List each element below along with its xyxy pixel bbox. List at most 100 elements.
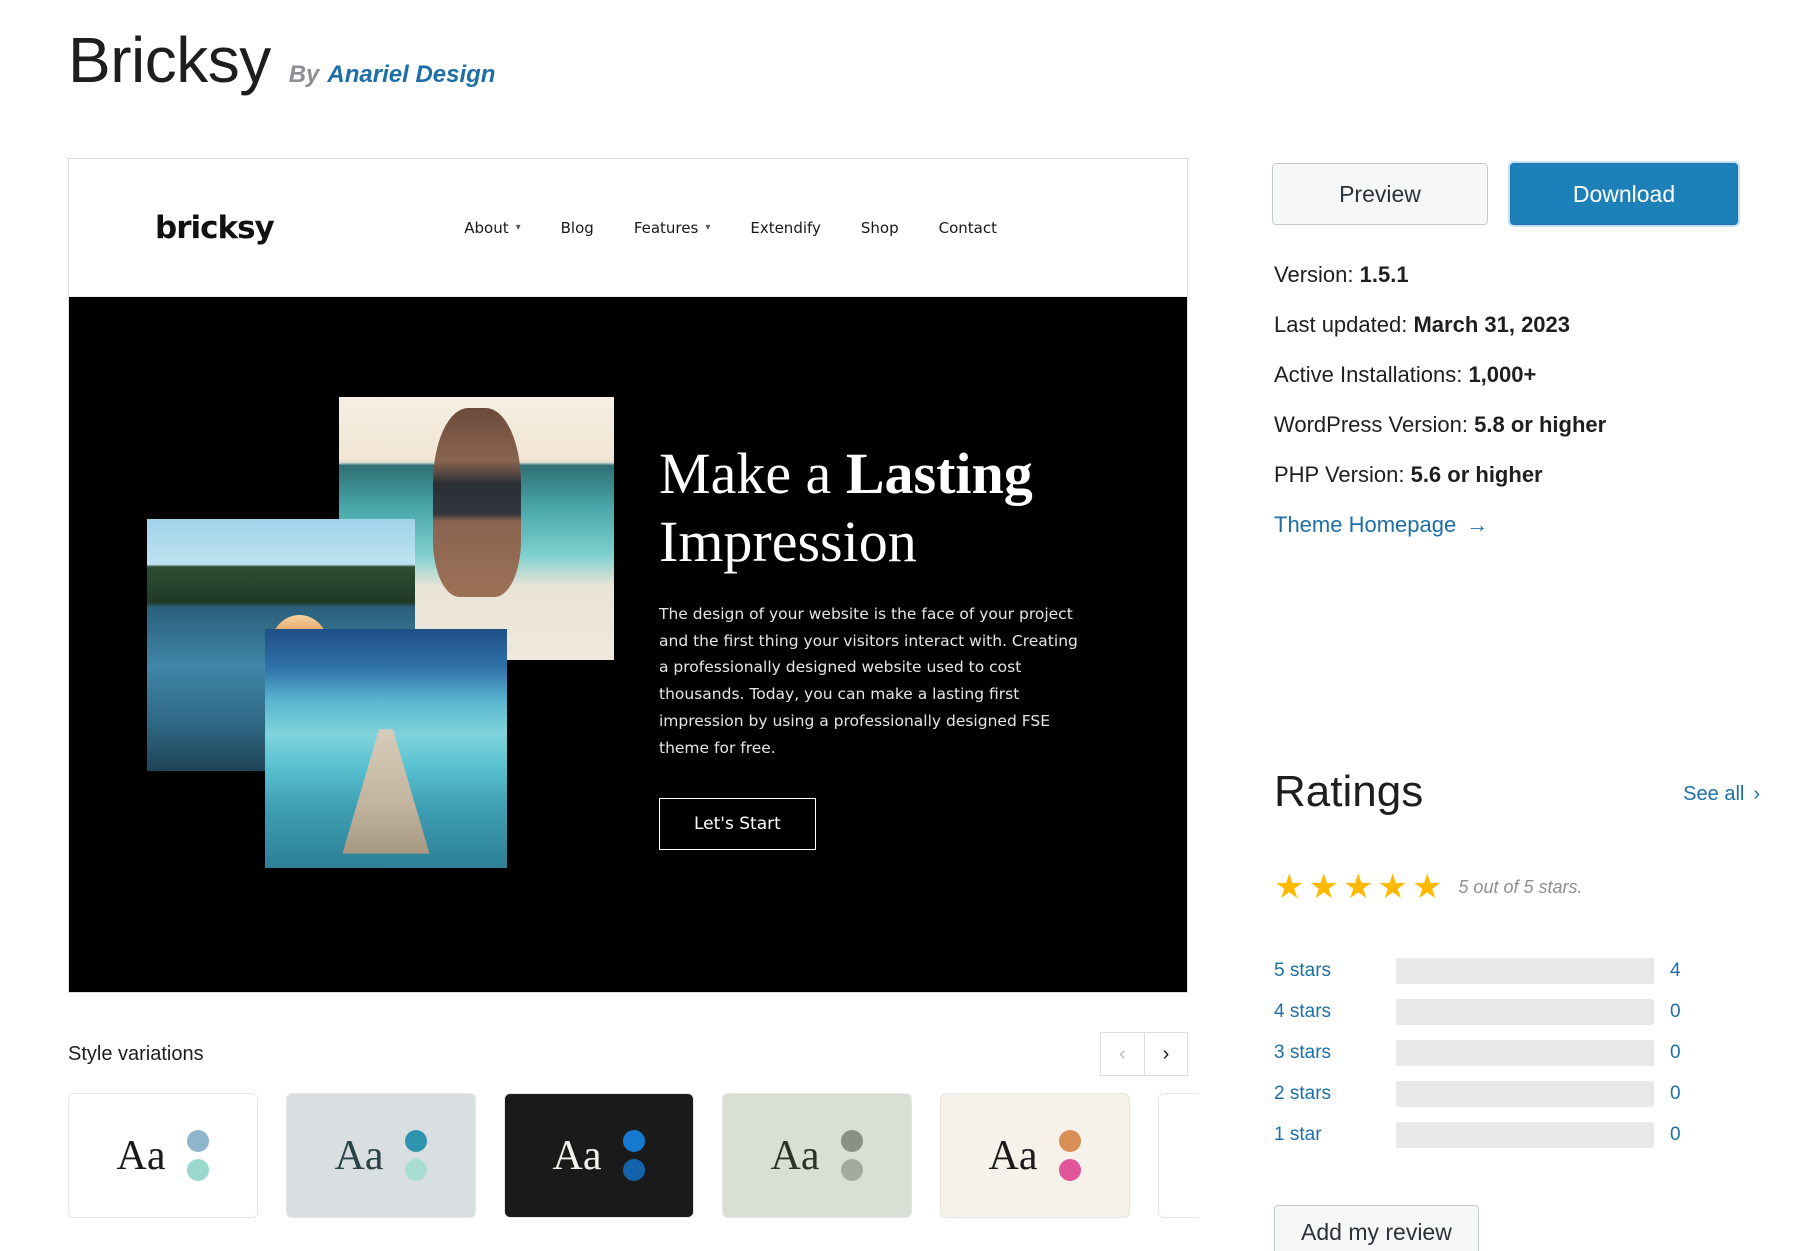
theme-screenshot[interactable]: bricksy About ▾ Blog Features ▾ Extendif…	[68, 158, 1188, 993]
meta-wp-label: WordPress Version:	[1274, 412, 1469, 437]
add-my-review-button[interactable]: Add my review	[1274, 1205, 1479, 1251]
style-variation-sample: Aa	[552, 1132, 602, 1179]
style-variation-sample: Aa	[770, 1132, 820, 1179]
meta-installs-label: Active Installations:	[1274, 362, 1463, 387]
ratings-breakdown: 5 stars 4 4 stars 0 3 stars 0 2 stars 0 1 star 0	[1274, 950, 1754, 1155]
see-all-label: See all	[1683, 783, 1745, 805]
hero-heading-bold: Lasting	[845, 441, 1033, 507]
rating-count: 0	[1670, 1041, 1681, 1063]
style-variation-card[interactable]: Aa	[940, 1093, 1130, 1218]
rating-bar-track	[1396, 1080, 1654, 1107]
color-dot	[405, 1159, 428, 1181]
color-dot	[841, 1159, 864, 1181]
style-variation-sample: Aa	[334, 1132, 384, 1179]
chevron-down-icon: ▾	[515, 222, 521, 233]
rating-filter-link[interactable]: 3 stars	[1274, 1042, 1396, 1064]
rating-bar-track	[1396, 957, 1654, 984]
style-variations-nav: ‹ ›	[1100, 1032, 1188, 1076]
hero-text-block: Make a Lasting Impression The design of …	[659, 440, 1179, 850]
meta-last-updated: Last updated: March 31, 2023	[1274, 312, 1744, 338]
download-button[interactable]: Download	[1510, 163, 1738, 225]
rating-filter-link[interactable]: 4 stars	[1274, 1001, 1396, 1023]
star-icon: ★	[1377, 868, 1408, 906]
style-variation-card[interactable]: Aa	[504, 1093, 694, 1218]
color-dot	[1059, 1159, 1082, 1181]
meta-active-installations: Active Installations: 1,000+	[1274, 362, 1744, 388]
hero-heading: Make a Lasting Impression	[659, 440, 1179, 575]
hero-heading-part2: Impression	[659, 508, 917, 574]
ratings-caption: 5 out of 5 stars.	[1458, 876, 1583, 897]
preview-nav-item-features: Features ▾	[634, 219, 711, 237]
preview-nav-item-contact: Contact	[938, 218, 997, 237]
hero-cta-button[interactable]: Let's Start	[659, 797, 816, 850]
preview-nav-item-blog: Blog	[560, 218, 594, 237]
style-variation-palette	[841, 1130, 864, 1181]
style-variation-sample: Aa	[988, 1132, 1038, 1179]
style-variation-palette	[623, 1130, 646, 1181]
theme-actions: Preview Download	[1272, 163, 1738, 225]
color-dot	[405, 1130, 428, 1152]
preview-nav-item-shop: Shop	[860, 218, 899, 237]
star-icon: ★	[1411, 868, 1443, 906]
carousel-prev-button[interactable]: ‹	[1100, 1032, 1144, 1076]
color-dot	[187, 1130, 210, 1152]
ratings-header: Ratings See all ›	[1274, 770, 1760, 814]
author-link[interactable]: Anariel Design	[327, 61, 495, 89]
style-variations-header: Style variations ‹ ›	[68, 1032, 1188, 1076]
style-variation-palette	[187, 1130, 210, 1181]
star-icon: ★	[1274, 868, 1305, 906]
preview-hero: Make a Lasting Impression The design of …	[69, 297, 1187, 992]
preview-site-nav: About ▾ Blog Features ▾ Extendify Shop C…	[464, 219, 997, 237]
rating-bar-track	[1396, 1039, 1654, 1066]
ratings-title: Ratings	[1274, 767, 1424, 816]
style-variation-sample: Aa	[116, 1132, 166, 1179]
rating-bar-row: 2 stars 0	[1274, 1073, 1754, 1114]
meta-wp-value: 5.8 or higher	[1474, 412, 1607, 437]
hero-photo-pier	[265, 629, 507, 868]
preview-button[interactable]: Preview	[1272, 163, 1488, 225]
rating-filter-link[interactable]: 5 stars	[1274, 960, 1396, 982]
rating-count: 4	[1670, 959, 1681, 981]
meta-php-value: 5.6 or higher	[1410, 462, 1543, 487]
style-variations-list: Aa Aa Aa Aa Aa	[68, 1093, 1198, 1218]
star-icon: ★	[1342, 868, 1374, 906]
color-dot	[623, 1130, 646, 1152]
page-title: Bricksy By Anariel Design	[68, 28, 495, 92]
color-dot	[841, 1130, 864, 1152]
theme-homepage-link[interactable]: Theme Homepage →	[1274, 512, 1488, 538]
carousel-next-button[interactable]: ›	[1144, 1032, 1188, 1076]
preview-nav-label: Features	[633, 218, 699, 237]
theme-name: Bricksy	[68, 24, 271, 96]
meta-php-label: PHP Version:	[1274, 462, 1405, 487]
style-variation-card[interactable]: Aa	[68, 1093, 258, 1218]
rating-bar-track	[1396, 998, 1654, 1025]
ratings-summary: ★ ★ ★ ★ ★ 5 out of 5 stars.	[1274, 870, 1583, 904]
rating-bar-track	[1396, 1121, 1654, 1148]
preview-site-header: bricksy About ▾ Blog Features ▾ Extendif…	[69, 159, 1187, 297]
hero-paragraph: The design of your website is the face o…	[659, 604, 1078, 757]
rating-bar-row: 3 stars 0	[1274, 1032, 1754, 1073]
rating-bar-row: 5 stars 4	[1274, 950, 1754, 991]
rating-filter-link[interactable]: 2 stars	[1274, 1083, 1396, 1105]
see-all-ratings-link[interactable]: See all ›	[1683, 783, 1760, 806]
star-icon: ★	[1308, 868, 1339, 906]
theme-meta-list: Version: 1.5.1 Last updated: March 31, 2…	[1274, 262, 1744, 538]
arrow-right-icon: →	[1466, 512, 1489, 537]
style-variation-card[interactable]: Aa	[286, 1093, 476, 1218]
color-dot	[187, 1159, 210, 1181]
style-variation-card[interactable]	[1158, 1093, 1198, 1218]
style-variation-card[interactable]: Aa	[722, 1093, 912, 1218]
meta-version-value: 1.5.1	[1359, 262, 1409, 287]
rating-count: 0	[1670, 1082, 1681, 1104]
meta-updated-value: March 31, 2023	[1413, 312, 1571, 337]
meta-version: Version: 1.5.1	[1274, 262, 1744, 288]
preview-nav-item-extendify: Extendify	[750, 218, 821, 237]
theme-homepage-label: Theme Homepage	[1274, 512, 1457, 537]
star-rating: ★ ★ ★ ★ ★	[1274, 870, 1442, 904]
rating-count: 0	[1670, 1123, 1681, 1145]
rating-filter-link[interactable]: 1 star	[1274, 1124, 1396, 1146]
style-variation-palette	[405, 1130, 428, 1181]
chevron-right-icon: ›	[1753, 783, 1760, 805]
meta-version-label: Version:	[1274, 262, 1354, 287]
theme-detail-page: Bricksy By Anariel Design bricksy About …	[0, 0, 1800, 1251]
